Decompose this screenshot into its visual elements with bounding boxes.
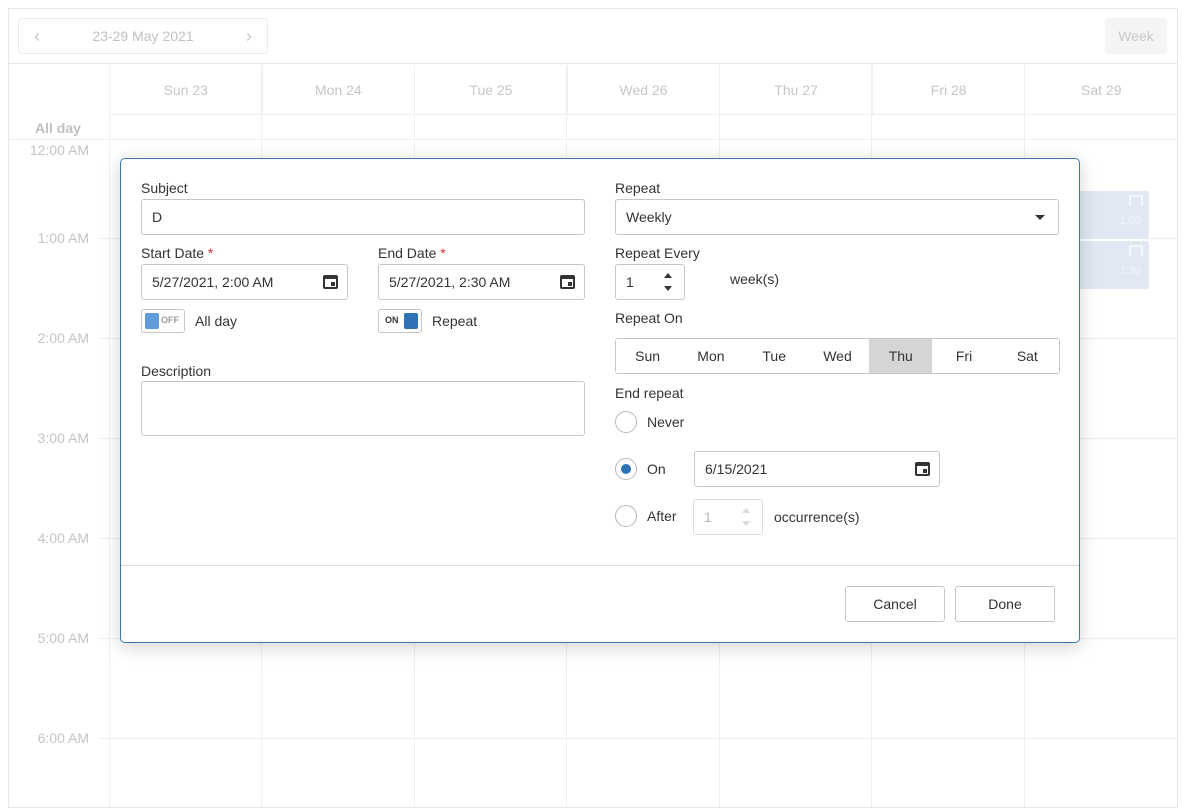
- end-after-label: After: [647, 508, 677, 524]
- toggle-state: ON: [385, 315, 399, 325]
- time-label: 6:00 AM: [37, 730, 89, 746]
- increment-icon[interactable]: [664, 273, 672, 278]
- day-header-fri: Fri 28: [871, 65, 1025, 114]
- repeat-every-unit: week(s): [730, 271, 780, 287]
- end-on-date-value: 6/15/2021: [705, 461, 768, 477]
- chevron-down-icon: [1035, 215, 1045, 220]
- required-marker: *: [440, 245, 446, 261]
- repeat-label: Repeat: [615, 180, 661, 196]
- repeat-select[interactable]: Weekly: [615, 199, 1059, 235]
- calendar-icon[interactable]: [560, 275, 575, 289]
- end-on-date-input[interactable]: 6/15/2021: [694, 451, 940, 487]
- repeat-on-label: Repeat On: [615, 310, 683, 326]
- end-repeat-label: End repeat: [615, 385, 684, 401]
- chevron-left-icon[interactable]: ‹: [19, 19, 55, 53]
- time-label: 1:00 AM: [37, 230, 89, 246]
- repeat-on-day-selector: Sun Mon Tue Wed Thu Fri Sat: [615, 338, 1060, 374]
- end-on-radio[interactable]: [615, 458, 637, 480]
- chevron-right-icon[interactable]: ›: [231, 19, 267, 53]
- repeat-on-wed[interactable]: Wed: [805, 339, 870, 373]
- day-header-mon: Mon 24: [261, 65, 415, 114]
- calendar-icon[interactable]: [915, 462, 930, 476]
- repeat-on-thu[interactable]: Thu: [869, 339, 933, 373]
- toggle-knob: [404, 313, 418, 329]
- toggle-knob: [145, 313, 159, 329]
- toggle-state: OFF: [161, 315, 179, 325]
- repeat-on-tue[interactable]: Tue: [742, 339, 806, 373]
- day-header-sun: Sun 23: [109, 65, 262, 114]
- event-time: 1:30: [1119, 265, 1141, 277]
- done-button[interactable]: Done: [955, 586, 1055, 622]
- week-view-button[interactable]: Week: [1105, 18, 1167, 54]
- time-label: 3:00 AM: [37, 430, 89, 446]
- event-editor-dialog: Subject D Start Date * 5/27/2021, 2:00 A…: [120, 158, 1080, 643]
- day-header-sat: Sat 29: [1024, 65, 1177, 114]
- description-label: Description: [141, 363, 212, 379]
- repeat-on-mon[interactable]: Mon: [679, 339, 743, 373]
- day-header-wed: Wed 26: [566, 65, 720, 114]
- end-date-value: 5/27/2021, 2:30 AM: [389, 274, 511, 290]
- cancel-button[interactable]: Cancel: [845, 586, 945, 622]
- all-day-label: All day: [35, 120, 81, 136]
- decrement-icon[interactable]: [664, 286, 672, 291]
- time-label: 2:00 AM: [37, 330, 89, 346]
- time-label: 5:00 AM: [37, 630, 89, 646]
- start-date-value: 5/27/2021, 2:00 AM: [152, 274, 274, 290]
- subject-label: Subject: [141, 180, 188, 196]
- day-header-thu: Thu 27: [719, 65, 872, 114]
- recurrence-icon: [1129, 245, 1143, 256]
- repeat-on-sat[interactable]: Sat: [995, 339, 1059, 373]
- end-date-label-text: End Date: [378, 245, 437, 261]
- footer-divider: [121, 565, 1079, 566]
- start-date-label-text: Start Date: [141, 245, 205, 261]
- repeat-on-sun[interactable]: Sun: [616, 339, 680, 373]
- hour-line: [99, 738, 1177, 739]
- description-textarea[interactable]: [141, 381, 585, 436]
- start-date-label: Start Date *: [141, 245, 213, 261]
- event-time: 1:00: [1119, 215, 1141, 227]
- date-range-label[interactable]: 23-29 May 2021: [55, 19, 231, 53]
- repeat-toggle[interactable]: ON: [378, 309, 422, 333]
- required-marker: *: [207, 245, 214, 261]
- day-header-tue: Tue 25: [414, 65, 567, 114]
- recurrence-icon: [1129, 195, 1143, 206]
- occurrence-count-value: 1: [704, 509, 712, 525]
- repeat-every-stepper[interactable]: 1: [615, 264, 685, 300]
- date-navigator: ‹ 23-29 May 2021 ›: [18, 18, 268, 54]
- all-day-toggle[interactable]: OFF: [141, 309, 185, 333]
- repeat-on-fri[interactable]: Fri: [932, 339, 996, 373]
- increment-icon: [742, 508, 750, 513]
- subject-input[interactable]: D: [141, 199, 585, 235]
- time-label: 4:00 AM: [37, 530, 89, 546]
- end-never-label: Never: [647, 414, 685, 430]
- calendar-icon[interactable]: [323, 275, 338, 289]
- end-date-label: End Date *: [378, 245, 446, 261]
- all-day-row: All day: [9, 116, 1177, 140]
- repeat-value: Weekly: [626, 209, 672, 225]
- repeat-toggle-label: Repeat: [432, 313, 478, 329]
- occurrence-unit: occurrence(s): [774, 509, 860, 525]
- occurrence-count-stepper[interactable]: 1: [693, 499, 763, 535]
- decrement-icon: [742, 521, 750, 526]
- end-after-radio[interactable]: [615, 505, 637, 527]
- end-never-radio[interactable]: [615, 411, 637, 433]
- time-label: 12:00 AM: [29, 142, 89, 158]
- end-date-input[interactable]: 5/27/2021, 2:30 AM: [378, 264, 585, 300]
- day-headers: Sun 23 Mon 24 Tue 25 Wed 26 Thu 27 Fri 2…: [109, 65, 1177, 115]
- start-date-input[interactable]: 5/27/2021, 2:00 AM: [141, 264, 348, 300]
- calendar-event[interactable]: 1:30: [1075, 241, 1149, 289]
- repeat-every-value: 1: [626, 274, 634, 290]
- calendar-event[interactable]: 1:00: [1075, 191, 1149, 239]
- all-day-toggle-label: All day: [195, 313, 238, 329]
- subject-value: D: [152, 209, 163, 225]
- repeat-every-label: Repeat Every: [615, 245, 700, 261]
- scheduler-toolbar: ‹ 23-29 May 2021 › Week: [9, 9, 1177, 64]
- end-on-label: On: [647, 461, 666, 477]
